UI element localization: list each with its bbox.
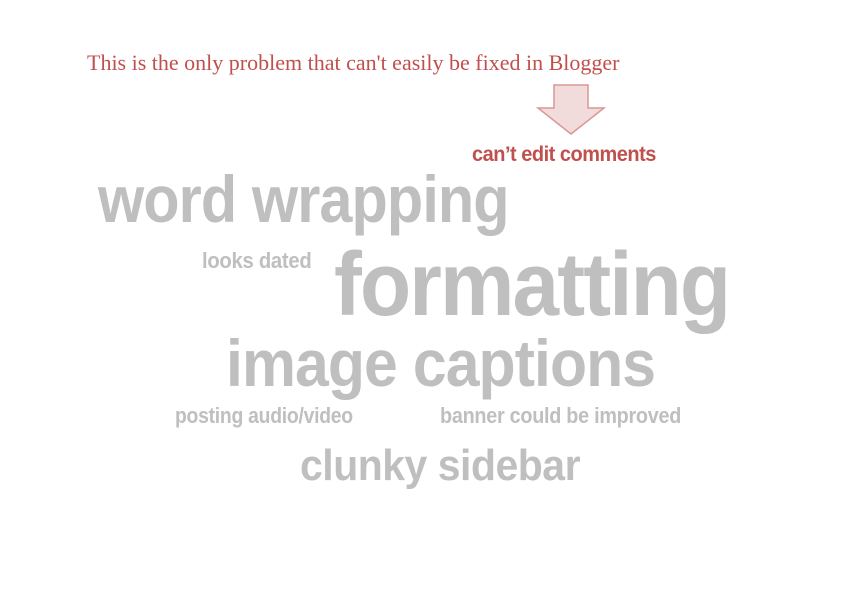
word-looks-dated: looks dated — [202, 248, 312, 273]
word-formatting: formatting — [334, 235, 731, 335]
word-word-wrapping: word wrapping — [98, 162, 510, 236]
word-posting-audio-video: posting audio/video — [175, 403, 353, 428]
annotation-note: This is the only problem that can't easi… — [87, 50, 620, 75]
word-banner-could-be-improved: banner could be improved — [440, 403, 682, 428]
word-clunky-sidebar: clunky sidebar — [300, 441, 581, 490]
word-image-captions: image captions — [226, 326, 656, 400]
down-arrow-icon — [536, 84, 606, 135]
